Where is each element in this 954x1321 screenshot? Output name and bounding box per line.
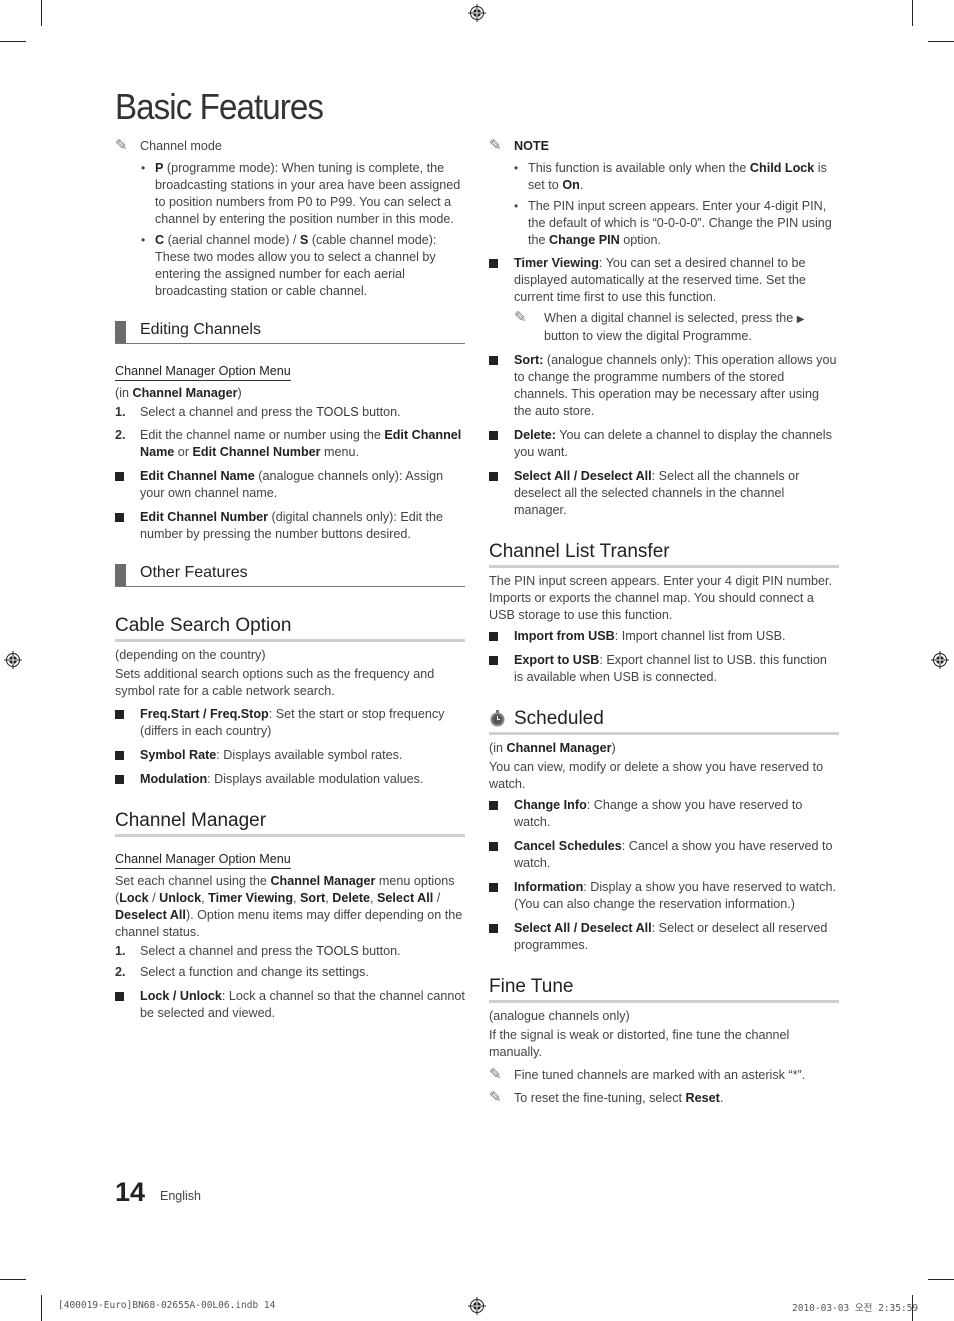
left-column: ✎ Channel mode P (programme mode): When … (115, 137, 465, 1022)
step-item: 2. Select a function and change its setti… (115, 965, 369, 979)
note-item: ✎ Fine tuned channels are marked with an … (489, 1066, 806, 1083)
list-item: Freq.Start / Freq.Stop: Set the start or… (115, 706, 465, 740)
section-heading-channel-manager: Channel Manager (115, 810, 465, 837)
bold-term: Channel Manager (270, 874, 376, 888)
print-slug-file: [400019-Euro]BN68-02655A-00L06.indb 14 (58, 1300, 276, 1311)
registration-mark-icon (931, 651, 949, 669)
list-item: Symbol Rate: Displays available symbol r… (115, 747, 465, 764)
bold-term: Lock (119, 891, 149, 905)
text-run: / (148, 891, 160, 905)
list-item: Delete: You can delete a channel to disp… (489, 427, 839, 461)
text-run: , (293, 891, 301, 905)
crop-mark (928, 1279, 954, 1280)
note-label: Channel mode (140, 139, 222, 153)
description: The PIN input screen appears. Enter your… (489, 574, 833, 622)
bold-term: Sort (300, 891, 326, 905)
crop-mark (928, 41, 954, 42)
note-block: ✎ NOTE (489, 137, 839, 155)
page-title: Basic Features (115, 86, 324, 127)
crop-mark (0, 41, 26, 42)
section-heading-fine-tune: Fine Tune (489, 976, 839, 1003)
bold-term: Timer Viewing (208, 891, 294, 905)
step-item: 1. Select a channel and press the TOOLS b… (115, 405, 401, 419)
list-item: Information: Display a show you have res… (489, 879, 839, 913)
registration-mark-icon (468, 4, 486, 22)
list-item: This function is available only when the… (514, 160, 839, 194)
note-label: NOTE (514, 139, 549, 153)
crop-mark (41, 1295, 42, 1321)
section-heading-editing-channels: Editing Channels (115, 320, 465, 344)
list-item: Change Info: Change a show you have rese… (489, 797, 839, 831)
right-column: ✎ NOTE This function is available only w… (489, 137, 839, 1107)
bold-term: Unlock (159, 891, 202, 905)
registration-mark-icon (4, 651, 22, 669)
registration-mark-icon (468, 1297, 486, 1315)
qualifier: (depending on the country) (115, 648, 266, 662)
crop-mark (41, 0, 42, 26)
description: You can view, modify or delete a show yo… (489, 760, 824, 791)
list-item: Lock / Unlock: Lock a channel so that th… (115, 988, 465, 1022)
stopwatch-icon (490, 710, 505, 727)
section-heading-cable-search-option: Cable Search Option (115, 615, 465, 642)
pencil-icon: ✎ (115, 137, 128, 154)
note-item: ✎ To reset the fine-tuning, select Reset. (489, 1089, 724, 1106)
list-item: Import from USB: Import channel list fro… (489, 628, 839, 645)
bold-term: Delete (332, 891, 371, 905)
step-item: 2. Edit the channel name or number using … (115, 428, 462, 459)
bold-term: Deselect All (115, 908, 186, 922)
text-run: Set each channel using the (115, 874, 271, 888)
section-heading-channel-list-transfer: Channel List Transfer (489, 541, 839, 568)
list-item: Sort: (analogue channels only): This ope… (489, 352, 839, 420)
play-icon: ▶ (796, 314, 805, 325)
list-item: Edit Channel Number (digital channels on… (115, 509, 465, 543)
context-note: (in Channel Manager) (489, 741, 616, 755)
list-item: Timer Viewing: You can set a desired cha… (489, 255, 839, 345)
timer-note: ✎ When a digital channel is selected, pr… (514, 309, 805, 343)
crop-mark (912, 0, 913, 26)
list-item: Select All / Deselect All: Select all th… (489, 468, 839, 519)
list-item: Edit Channel Name (analogue channels onl… (115, 468, 465, 502)
list-item: The PIN input screen appears. Enter your… (514, 198, 839, 249)
description: Set each channel using the Channel Manag… (115, 873, 465, 941)
list-item: Export to USB: Export channel list to US… (489, 652, 839, 686)
option-menu-heading: Channel Manager Option Menu (115, 363, 291, 381)
list-item: P (programme mode): When tuning is compl… (141, 160, 465, 228)
list-item: Modulation: Displays available modulatio… (115, 771, 465, 788)
list-item: Cancel Schedules: Cancel a show you have… (489, 838, 839, 872)
list-item: C (aerial channel mode) / S (cable chann… (141, 232, 465, 300)
step-item: 1. Select a channel and press the TOOLS b… (115, 944, 401, 958)
text-run: , (370, 891, 378, 905)
context-note: (in Channel Manager) (115, 386, 242, 400)
qualifier: (analogue channels only) (489, 1009, 630, 1023)
page-number: 14 (115, 1177, 146, 1207)
description: If the signal is weak or distorted, fine… (489, 1028, 790, 1059)
channel-mode-note: ✎ Channel mode (115, 137, 465, 155)
crop-mark (0, 1279, 26, 1280)
bold-term: Select All (377, 891, 434, 905)
description: Sets additional search options such as t… (115, 667, 435, 698)
page-language: English (160, 1189, 201, 1203)
pencil-icon: ✎ (514, 309, 527, 326)
text-run: / (433, 891, 441, 905)
section-heading-scheduled: Scheduled (489, 708, 839, 735)
option-menu-heading: Channel Manager Option Menu (115, 851, 291, 869)
pencil-icon: ✎ (489, 1089, 502, 1106)
list-item: Select All / Deselect All: Select or des… (489, 920, 839, 954)
pencil-icon: ✎ (489, 137, 502, 154)
section-heading-other-features: Other Features (115, 563, 465, 587)
print-slug-timestamp: 2010-03-03 오전 2:35:59 (792, 1303, 919, 1314)
pencil-icon: ✎ (489, 1066, 502, 1083)
